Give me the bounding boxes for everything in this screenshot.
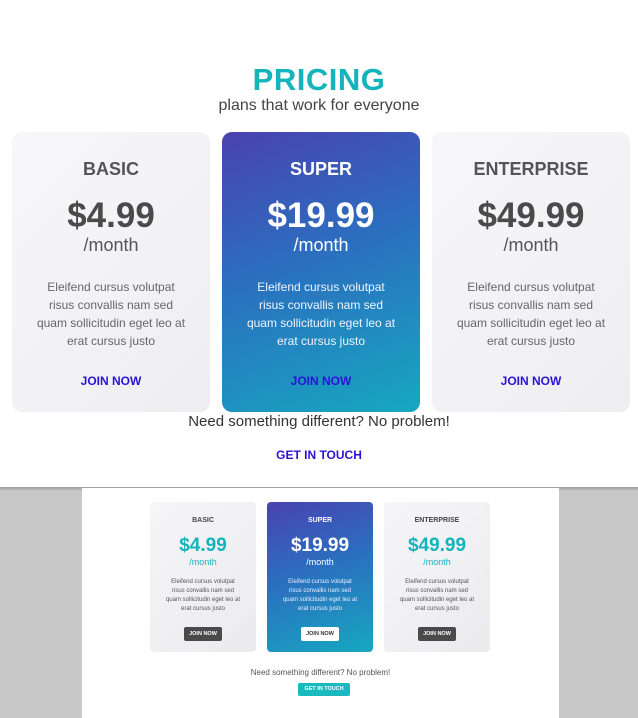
preview-join-now-button-enterprise[interactable]: JOIN NOW [418, 627, 456, 641]
plan-card-basic: BASIC $4.99 /month Eleifend cursus volut… [12, 132, 210, 412]
preview-plan-card-enterprise: ENTERPRISE $49.99 /month Eleifend cursus… [384, 502, 490, 652]
pricing-preview: BASIC $4.99 /month Eleifend cursus volut… [82, 488, 559, 718]
page-title: PRICING [252, 62, 386, 97]
plan-card-enterprise: ENTERPRISE $49.99 /month Eleifend cursus… [432, 132, 630, 412]
preview-get-in-touch-button[interactable]: GET IN TOUCH [298, 683, 350, 696]
plan-period: /month [306, 557, 334, 567]
plan-price: $19.99 [267, 196, 375, 235]
plan-name: BASIC [192, 517, 214, 524]
plan-period: /month [503, 235, 559, 255]
join-now-button-basic[interactable]: JOIN NOW [12, 374, 210, 388]
preview-plan-card-super: SUPER $19.99 /month Eleifend cursus volu… [267, 502, 373, 652]
join-now-button-super[interactable]: JOIN NOW [222, 374, 420, 388]
plan-name: ENTERPRISE [414, 517, 460, 524]
preview-contact-prompt: Need something different? No problem! [250, 668, 391, 677]
plan-period: /month [189, 557, 217, 567]
join-now-button-enterprise[interactable]: JOIN NOW [432, 374, 630, 388]
pricing-section: PRICING plans that work for everyone BAS… [0, 0, 638, 487]
plan-description: Eleifend cursus volutpat risus convallis… [456, 280, 606, 348]
plan-description: Eleifend cursus volutpat risus convallis… [399, 579, 475, 612]
plan-period: /month [83, 235, 139, 255]
plan-name: SUPER [289, 159, 352, 179]
get-in-touch-link[interactable]: GET IN TOUCH [0, 448, 638, 462]
plan-price: $19.99 [290, 535, 350, 556]
plan-name: ENTERPRISE [473, 159, 589, 179]
plan-period: /month [423, 557, 451, 567]
plan-period: /month [293, 235, 349, 255]
plan-description: Eleifend cursus volutpat risus convallis… [36, 280, 186, 348]
page-subtitle: plans that work for everyone [218, 97, 420, 114]
contact-prompt: Need something different? No problem! [188, 413, 450, 430]
plan-description: Eleifend cursus volutpat risus convallis… [282, 579, 358, 612]
plan-name: SUPER [307, 517, 333, 524]
plan-description: Eleifend cursus volutpat risus convallis… [165, 579, 241, 612]
plan-name: BASIC [82, 159, 139, 179]
plan-description: Eleifend cursus volutpat risus convallis… [246, 280, 396, 348]
plan-price: $4.99 [67, 196, 155, 235]
preview-plan-card-basic: BASIC $4.99 /month Eleifend cursus volut… [150, 502, 256, 652]
preview-join-now-button-basic[interactable]: JOIN NOW [184, 627, 222, 641]
preview-join-now-button-super[interactable]: JOIN NOW [301, 627, 339, 641]
plan-price: $4.99 [179, 535, 227, 556]
plan-price: $49.99 [477, 196, 585, 235]
plan-price: $49.99 [407, 535, 467, 556]
plan-card-super: SUPER $19.99 /month Eleifend cursus volu… [222, 132, 420, 412]
